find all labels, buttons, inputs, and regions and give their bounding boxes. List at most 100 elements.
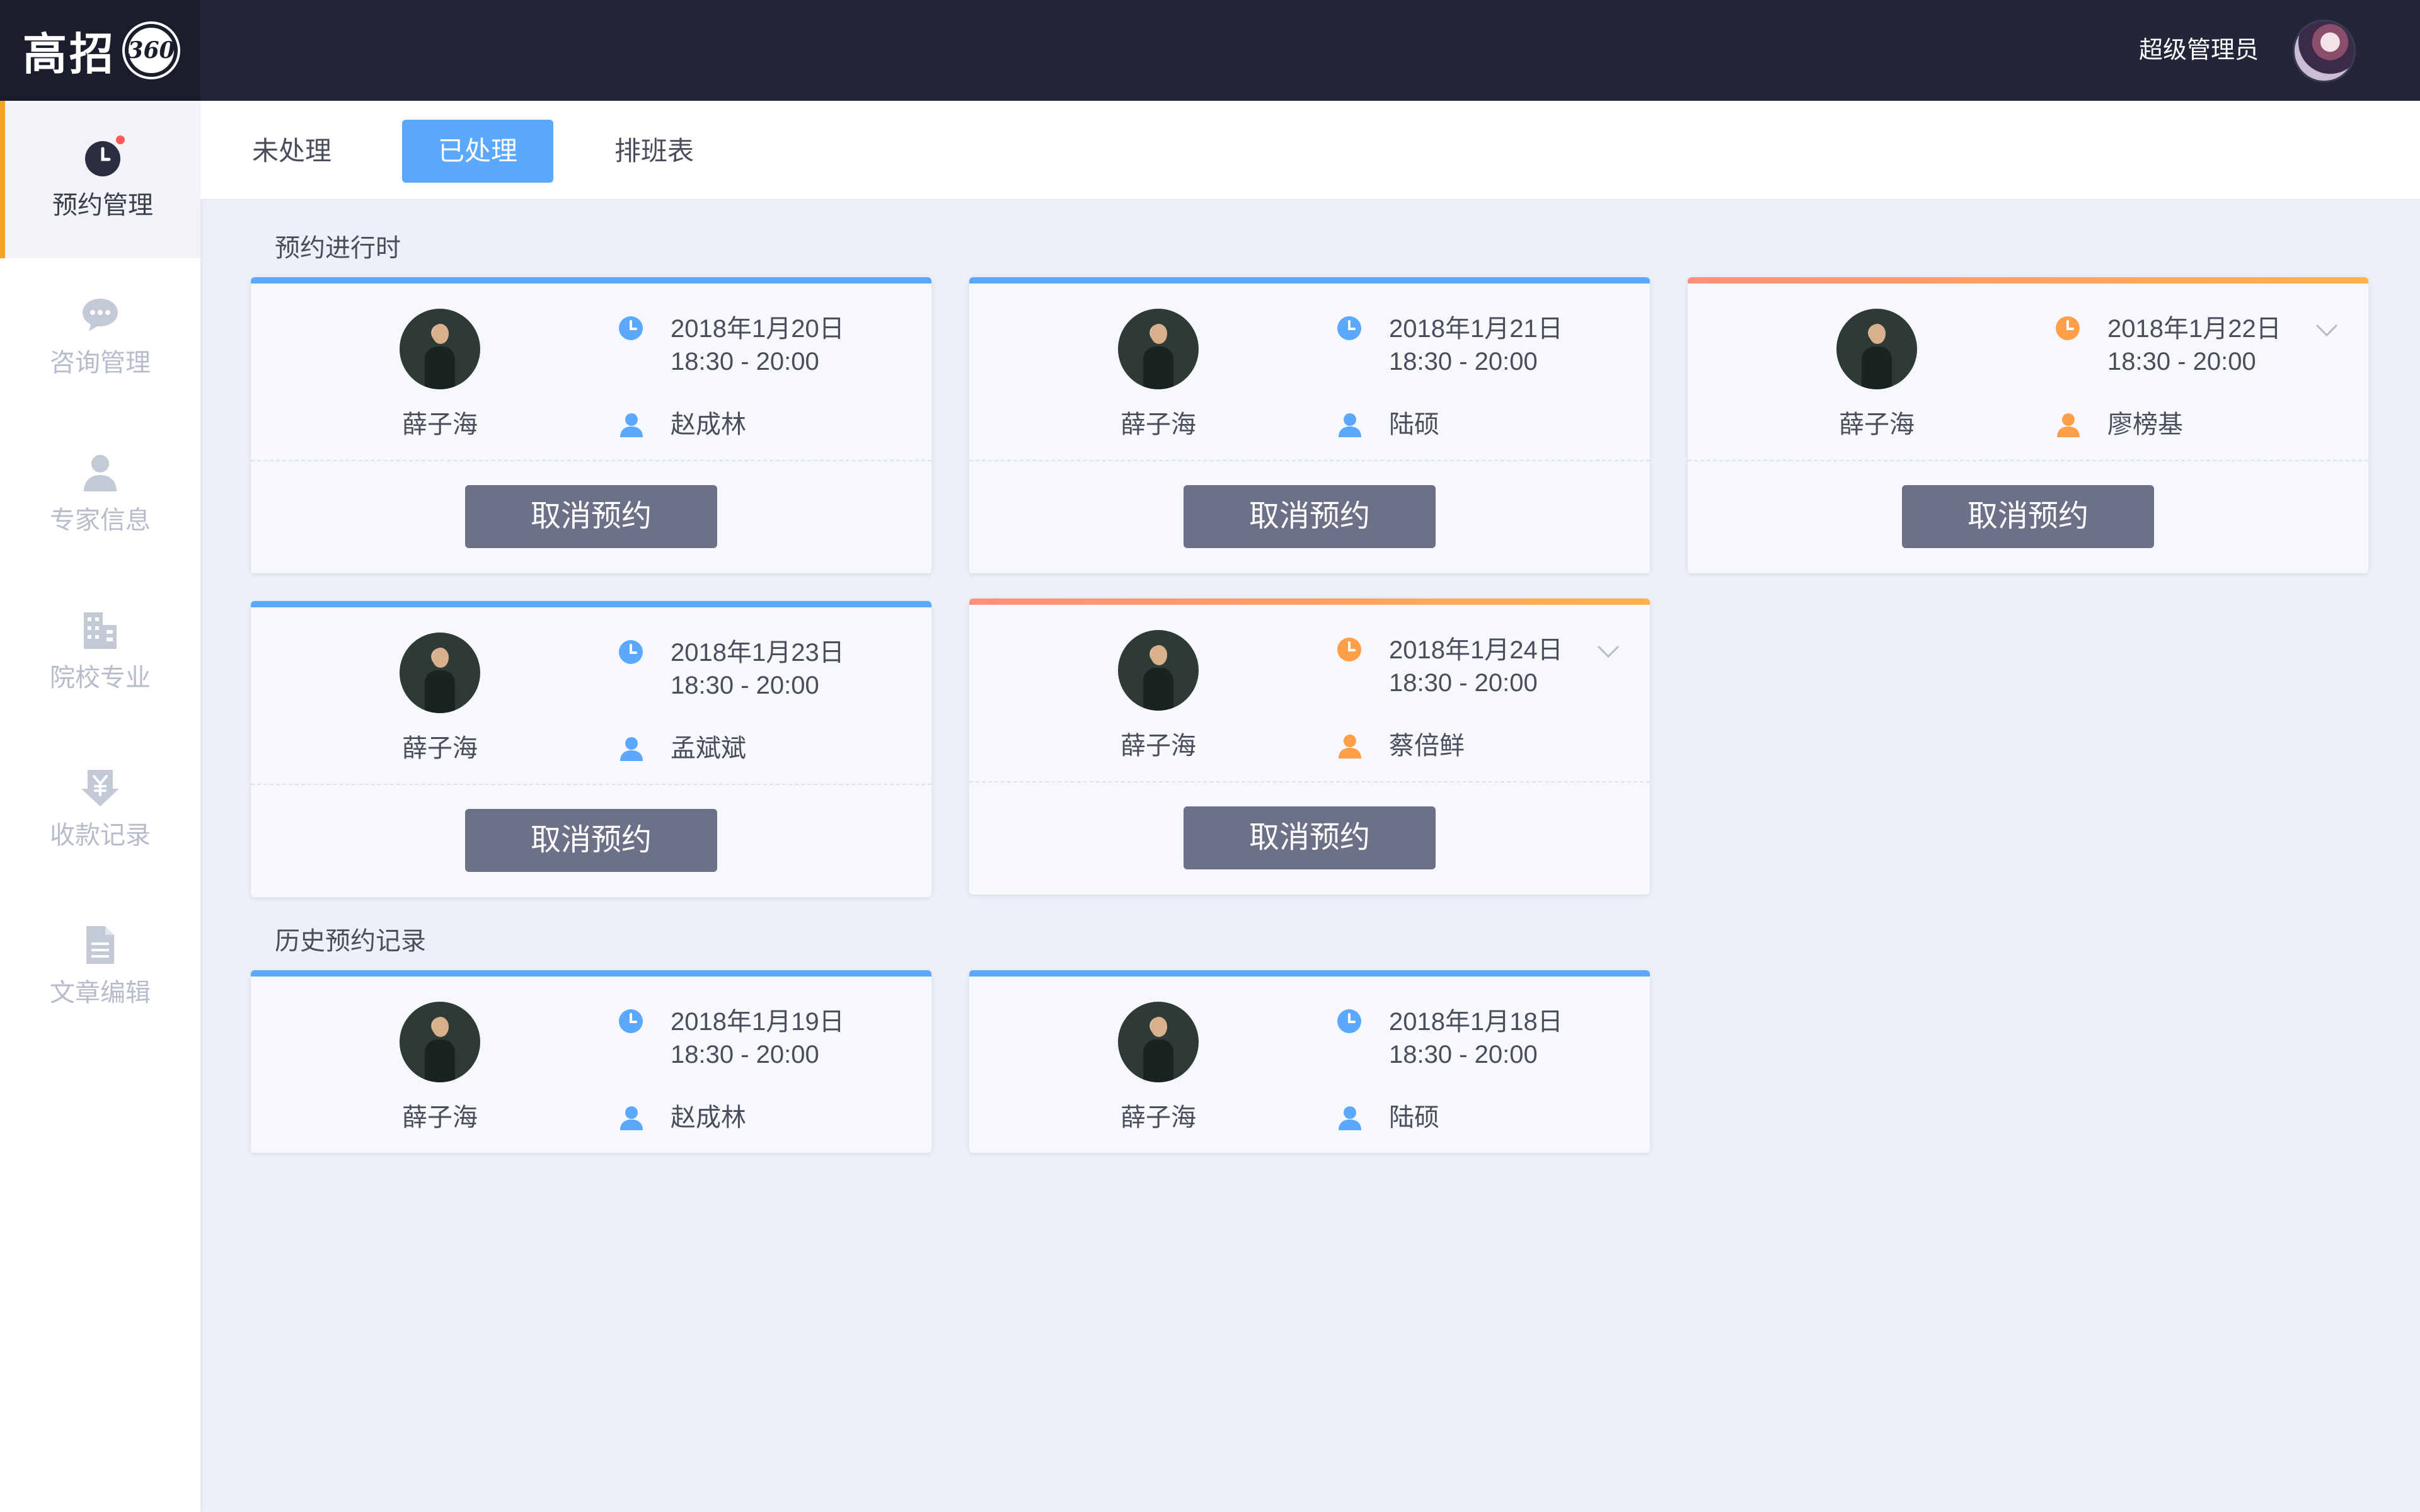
expert-photo: [1118, 1002, 1199, 1082]
user-icon: [1337, 733, 1363, 759]
appointment-date: 2018年1月23日: [671, 639, 844, 667]
sidebar-item-experts[interactable]: 专家信息: [0, 416, 200, 573]
expert-photo: [400, 633, 480, 713]
student-name: 陆硕: [1389, 411, 1439, 438]
clock-icon: [618, 315, 644, 341]
expert-name: 薛子海: [1839, 411, 1915, 438]
card-status-stripe: [251, 970, 931, 976]
student-name: 廖榜基: [2107, 411, 2183, 438]
student-name: 蔡倍鲜: [1389, 732, 1465, 760]
clock-icon: [1336, 315, 1363, 341]
appointment-card: 薛子海 2018年1月20日 18:30 - 20:00 赵成林 取消预约: [251, 277, 931, 573]
clock-icon: [2054, 315, 2081, 341]
section-title-history: 历史预约记录: [275, 927, 426, 955]
sidebar-item-label: 咨询管理: [50, 349, 151, 377]
card-actions: 取消预约: [969, 460, 1650, 573]
card-info: 薛子海 2018年1月19日 18:30 - 20:00 赵成林: [251, 976, 931, 1153]
student-name: 孟斌斌: [671, 735, 746, 762]
tab-schedule[interactable]: 排班表: [604, 120, 705, 183]
expert-photo: [1836, 309, 1917, 389]
student-name: 陆硕: [1389, 1104, 1439, 1131]
expert-name: 薛子海: [402, 1104, 478, 1131]
tab-bar: 未处理 已处理 排班表: [200, 101, 2420, 200]
appointment-time: 18:30 - 20:00: [2107, 348, 2256, 375]
sidebar-item-consultation[interactable]: 咨询管理: [0, 258, 200, 416]
expert-name: 薛子海: [1121, 1104, 1196, 1131]
clock-icon: [83, 134, 127, 178]
appointment-time: 18:30 - 20:00: [1389, 1041, 1538, 1068]
appointment-time: 18:30 - 20:00: [671, 1041, 819, 1068]
user-icon: [619, 412, 644, 437]
user-icon: [1337, 1105, 1363, 1130]
appointment-date: 2018年1月19日: [671, 1008, 844, 1036]
sidebar-item-payments[interactable]: 收款记录: [0, 731, 200, 888]
chevron-down-icon[interactable]: [2314, 318, 2339, 343]
appointment-time: 18:30 - 20:00: [671, 348, 819, 375]
appointment-date: 2018年1月24日: [1389, 636, 1563, 664]
appointment-date: 2018年1月18日: [1389, 1008, 1563, 1036]
card-status-stripe: [969, 277, 1650, 284]
expert-photo: [400, 309, 480, 389]
building-icon: [80, 610, 120, 650]
expert-photo: [400, 1002, 480, 1082]
appointment-date: 2018年1月21日: [1389, 315, 1563, 343]
appointment-card: 薛子海 2018年1月21日 18:30 - 20:00 陆硕 取消预约: [969, 277, 1650, 573]
sidebar-item-articles[interactable]: 文章编辑: [0, 888, 200, 1046]
user-avatar[interactable]: [2293, 20, 2356, 83]
logo-text: 高招: [23, 27, 116, 80]
chevron-down-icon[interactable]: [1596, 639, 1621, 664]
card-status-stripe: [1688, 277, 2368, 284]
card-status-stripe: [969, 598, 1650, 605]
card-status-stripe: [969, 970, 1650, 976]
cancel-appointment-button[interactable]: 取消预约: [1184, 485, 1436, 548]
card-info: 薛子海 2018年1月20日 18:30 - 20:00 赵成林: [251, 284, 931, 460]
history-card: 薛子海 2018年1月18日 18:30 - 20:00 陆硕: [969, 970, 1650, 1153]
appointment-date: 2018年1月22日: [2107, 315, 2281, 343]
notification-dot: [114, 134, 127, 146]
card-actions: 取消预约: [251, 784, 931, 897]
card-status-stripe: [251, 601, 931, 607]
history-card: 薛子海 2018年1月19日 18:30 - 20:00 赵成林: [251, 970, 931, 1153]
student-name: 赵成林: [671, 1104, 746, 1131]
chat-icon: [80, 295, 120, 335]
sidebar-item-label: 院校专业: [50, 664, 151, 692]
sidebar-item-appointments[interactable]: 预约管理: [0, 101, 200, 258]
cancel-appointment-button[interactable]: 取消预约: [1902, 485, 2154, 548]
sidebar-item-schools[interactable]: 院校专业: [0, 573, 200, 731]
card-actions: 取消预约: [1688, 460, 2368, 573]
tab-unprocessed[interactable]: 未处理: [238, 120, 345, 183]
user-icon: [2056, 412, 2081, 437]
section-title-ongoing: 预约进行时: [275, 234, 401, 262]
cancel-appointment-button[interactable]: 取消预约: [465, 485, 717, 548]
sidebar-item-label: 预约管理: [52, 192, 153, 219]
sidebar-item-label: 文章编辑: [50, 979, 151, 1007]
expert-name: 薛子海: [402, 735, 478, 762]
appointment-card: 薛子海 2018年1月24日 18:30 - 20:00 蔡倍鲜 取消预约: [969, 598, 1650, 895]
sidebar-item-label: 收款记录: [50, 822, 151, 849]
appointment-card: 薛子海 2018年1月22日 18:30 - 20:00 廖榜基 取消预约: [1688, 277, 2368, 573]
card-info: 薛子海 2018年1月18日 18:30 - 20:00 陆硕: [969, 976, 1650, 1153]
appointment-time: 18:30 - 20:00: [1389, 669, 1538, 697]
user-icon: [619, 736, 644, 761]
expert-name: 薛子海: [1121, 411, 1196, 438]
cancel-appointment-button[interactable]: 取消预约: [1184, 806, 1436, 869]
clock-icon: [618, 1008, 644, 1034]
clock-icon: [618, 639, 644, 665]
appointment-card: 薛子海 2018年1月23日 18:30 - 20:00 孟斌斌 取消预约: [251, 601, 931, 897]
top-bar: 高招 360 超级管理员: [0, 0, 2420, 101]
app-logo[interactable]: 高招 360: [0, 0, 200, 101]
card-actions: 取消预约: [251, 460, 931, 573]
card-info: 薛子海 2018年1月22日 18:30 - 20:00 廖榜基: [1688, 284, 2368, 460]
user-name[interactable]: 超级管理员: [2139, 34, 2259, 67]
user-icon: [619, 1105, 644, 1130]
appointment-time: 18:30 - 20:00: [671, 672, 819, 699]
yen-download-icon: [80, 767, 120, 808]
cancel-appointment-button[interactable]: 取消预约: [465, 809, 717, 872]
sidebar-item-label: 专家信息: [50, 507, 151, 534]
tab-processed[interactable]: 已处理: [402, 120, 553, 183]
clock-icon: [1336, 1008, 1363, 1034]
sidebar: 预约管理 咨询管理 专家信息 院校专业 收款记录 文章编辑: [0, 101, 200, 1512]
user-icon: [1337, 412, 1363, 437]
clock-icon: [1336, 636, 1363, 663]
card-info: 薛子海 2018年1月23日 18:30 - 20:00 孟斌斌: [251, 607, 931, 784]
